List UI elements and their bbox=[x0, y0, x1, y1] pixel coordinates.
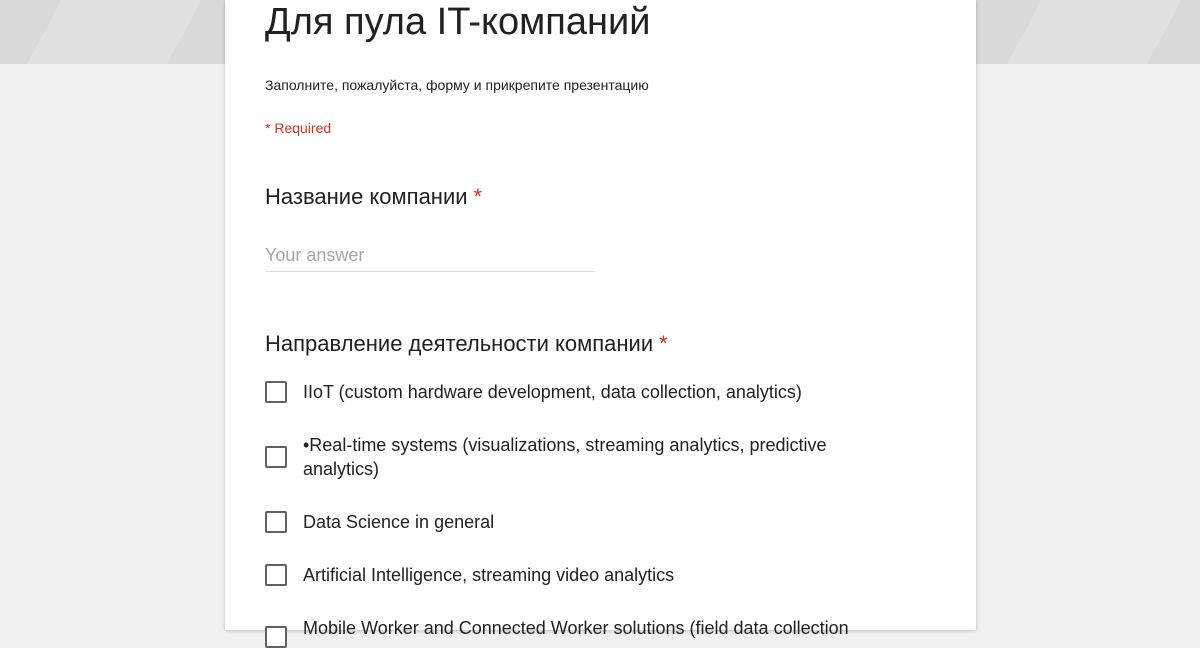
checkbox[interactable] bbox=[265, 381, 287, 403]
checkbox[interactable] bbox=[265, 446, 287, 468]
option-label: Artificial Intelligence, streaming video… bbox=[303, 565, 675, 585]
question-activity-title: Направление деятельности компании * bbox=[265, 331, 668, 357]
option-mobile-worker[interactable]: Mobile Worker and Connected Worker solut… bbox=[265, 616, 925, 648]
form-title: Для пула IT-компаний bbox=[265, 1, 651, 43]
option-artificial-intelligence[interactable]: Artificial Intelligence, streaming video… bbox=[265, 563, 905, 587]
company-name-input[interactable] bbox=[265, 240, 595, 272]
form-card: Для пула IT-компаний Заполните, пожалуйс… bbox=[225, 0, 976, 648]
form-description: Заполните, пожалуйста, форму и прикрепит… bbox=[265, 77, 649, 93]
option-iiot[interactable]: IIoT (custom hardware development, data … bbox=[265, 380, 905, 404]
checkbox[interactable] bbox=[265, 511, 287, 533]
option-label: IIoT (custom hardware development, data … bbox=[303, 382, 802, 402]
checkbox[interactable] bbox=[265, 626, 287, 648]
question-company-name-title: Название компании * bbox=[265, 184, 482, 210]
question-label: Название компании bbox=[265, 184, 468, 209]
checkbox[interactable] bbox=[265, 564, 287, 586]
option-data-science[interactable]: Data Science in general bbox=[265, 510, 905, 534]
required-asterisk: * bbox=[659, 331, 668, 356]
required-note: * Required bbox=[265, 120, 332, 136]
option-label: Mobile Worker and Connected Worker solut… bbox=[303, 618, 849, 638]
option-label: •Real-time systems (visualizations, stre… bbox=[303, 435, 827, 479]
option-real-time-systems[interactable]: •Real-time systems (visualizations, stre… bbox=[265, 433, 905, 481]
banner-stripe bbox=[0, 0, 223, 64]
option-label: Data Science in general bbox=[303, 512, 495, 532]
required-asterisk: * bbox=[473, 184, 483, 209]
banner-stripe bbox=[977, 0, 1200, 64]
question-label: Направление деятельности компании bbox=[265, 331, 654, 356]
